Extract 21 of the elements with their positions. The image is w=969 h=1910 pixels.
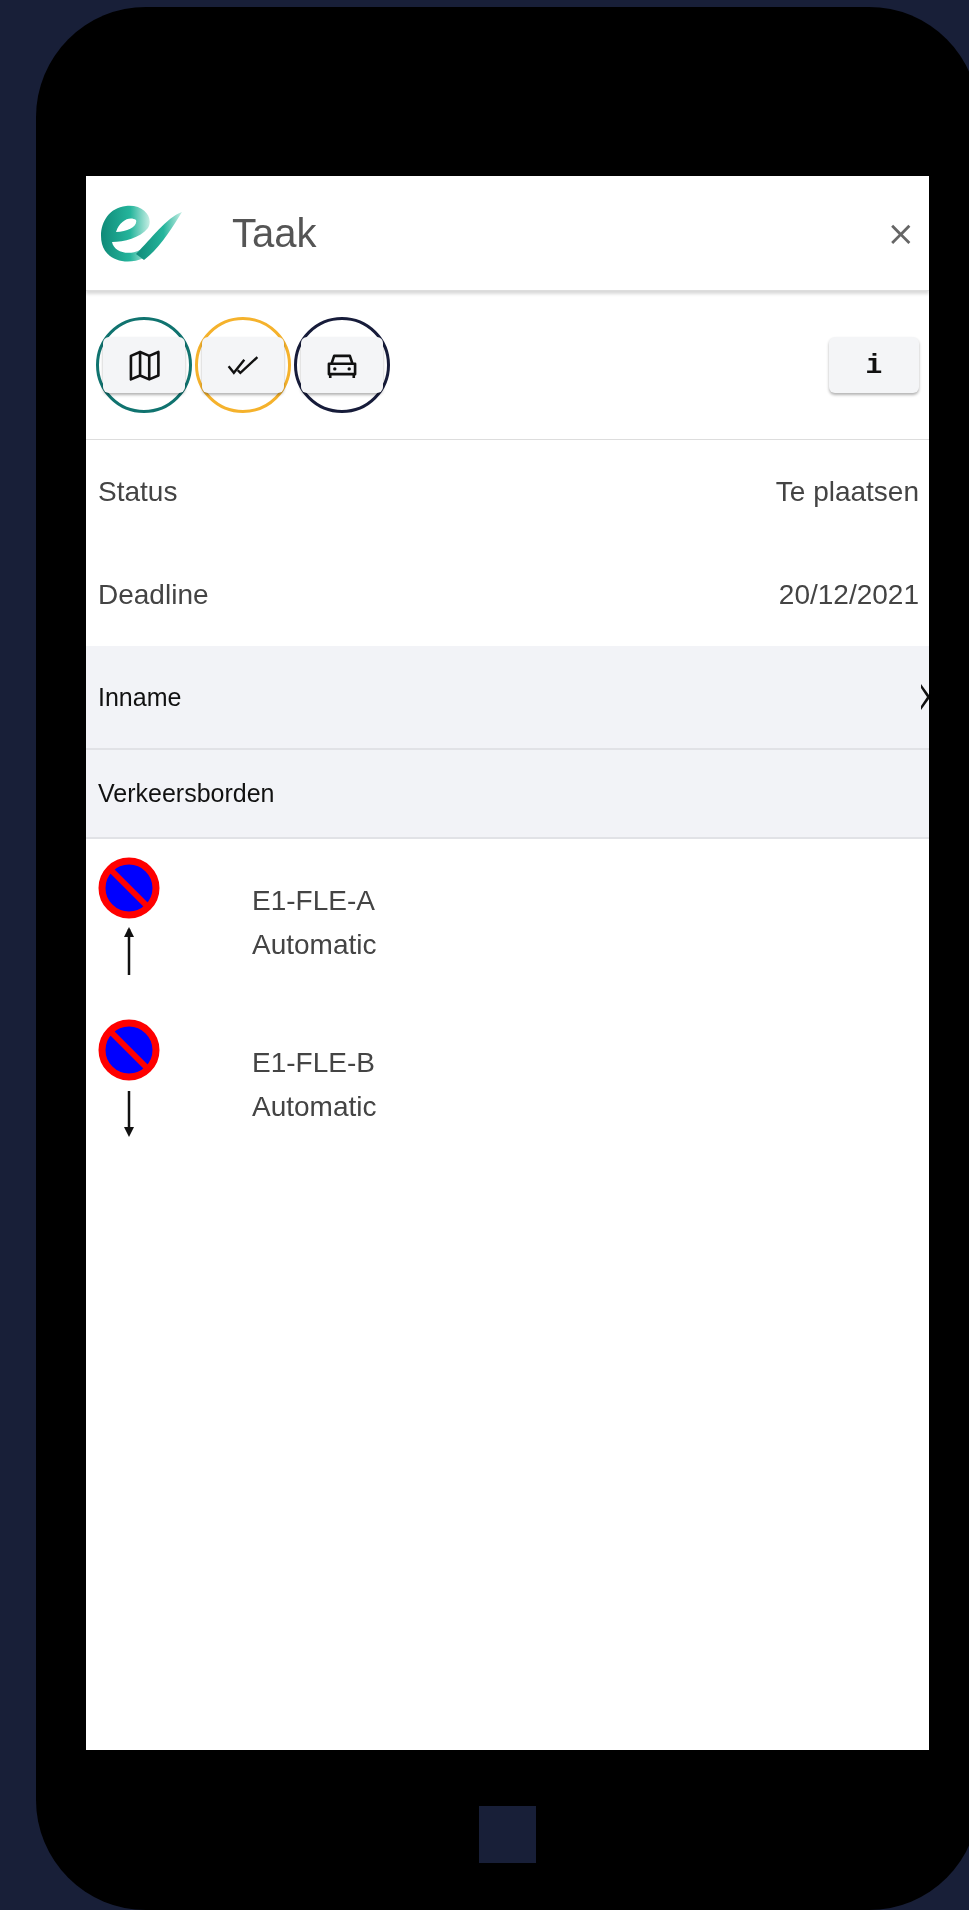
sign-mode: Automatic [252,1090,377,1124]
page-title: Taak [232,210,318,256]
field-label: Deadline [98,578,209,611]
arrow-icon [124,927,134,975]
section-title: Verkeersborden [98,779,275,808]
section-header[interactable]: Inname [86,646,929,750]
sign-code: E1-FLE-B [252,1046,376,1080]
info-button[interactable]: i [829,337,919,393]
field-label: Status [98,475,178,508]
map-icon [127,348,161,382]
close-button[interactable]: × [886,213,915,253]
sign-code: E1-FLE-A [252,884,376,918]
arrow-icon [124,1091,134,1137]
toolbar-button[interactable] [202,337,284,393]
section-header[interactable]: Verkeersborden [86,750,929,839]
section-title: Inname [98,682,182,712]
toolbar-button[interactable] [301,337,383,393]
sign-mode: Automatic [252,928,377,962]
field-value: 20/12/2021 [778,578,919,611]
field-value: Te plaatsen [775,475,919,508]
toolbar-button[interactable] [103,337,185,393]
